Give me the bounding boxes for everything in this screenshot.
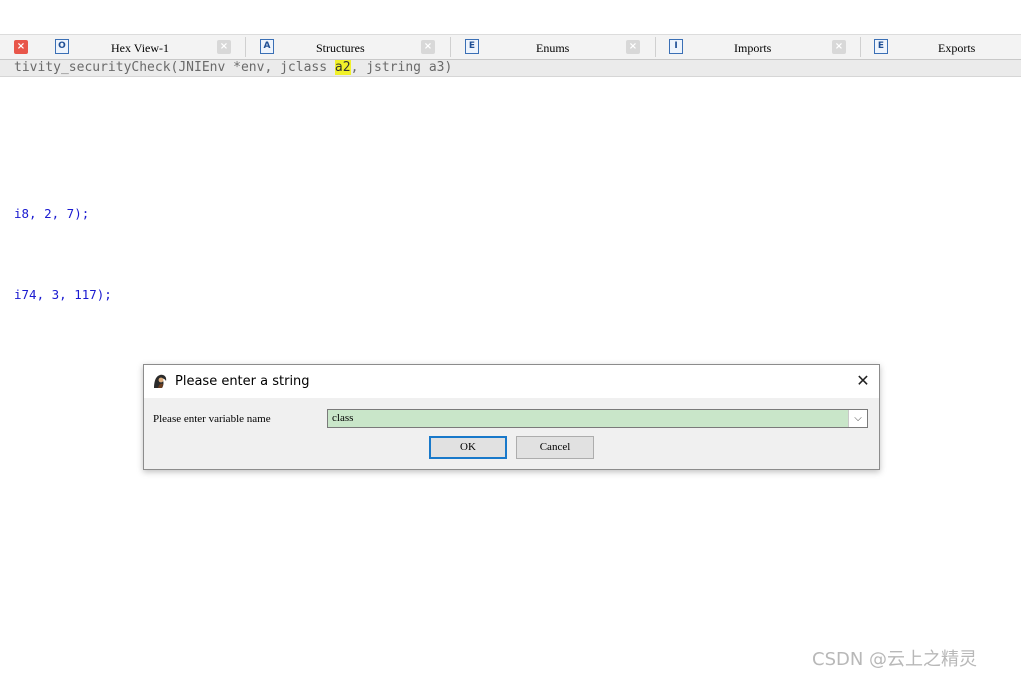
tab-structures[interactable]: Structures (316, 41, 365, 55)
signature-text: , jstring a3) (350, 60, 453, 75)
signature-text: tivity_securityCheck(JNIEnv *env, jclass (14, 60, 335, 75)
chevron-down-icon[interactable]: ⌵ (848, 410, 867, 427)
tab-bar: × O Hex View-1 × A Structures × E Enums … (0, 34, 1021, 60)
watermark: CSDN @云上之精灵 (812, 649, 978, 670)
close-tab-icon[interactable]: × (217, 40, 231, 54)
enter-string-dialog: Please enter a string ✕ Please enter var… (143, 364, 880, 470)
tab-imports[interactable]: Imports (734, 41, 771, 55)
hex-view-icon: O (55, 39, 69, 54)
tab-exports[interactable]: Exports (938, 41, 975, 55)
close-tab-icon[interactable]: × (626, 40, 640, 54)
tab-separator (655, 37, 656, 57)
highlighted-variable[interactable]: a2 (334, 60, 351, 75)
tab-separator (450, 37, 451, 57)
close-tab-icon[interactable]: × (14, 40, 28, 54)
tab-separator (245, 37, 246, 57)
dialog-title-bar: Please enter a string ✕ (144, 365, 879, 398)
close-icon[interactable]: ✕ (852, 371, 874, 391)
tab-hex-view[interactable]: Hex View-1 (111, 41, 169, 55)
imports-icon: I (669, 39, 683, 54)
exports-icon: E (874, 39, 888, 54)
cancel-button[interactable]: Cancel (516, 436, 594, 459)
code-line: i8, 2, 7); (14, 206, 90, 221)
close-tab-icon[interactable]: × (832, 40, 846, 54)
variable-name-input[interactable]: class (332, 411, 353, 426)
ok-button[interactable]: OK (429, 436, 507, 459)
dialog-title: Please enter a string (175, 374, 310, 389)
code-line: i74, 3, 117); (14, 287, 112, 302)
ida-logo-icon (154, 374, 167, 388)
close-tab-icon[interactable]: × (421, 40, 435, 54)
enums-icon: E (465, 39, 479, 54)
function-signature: tivity_securityCheck(JNIEnv *env, jclass… (0, 60, 1021, 77)
variable-name-combobox[interactable]: class ⌵ (327, 409, 868, 428)
structures-icon: A (260, 39, 274, 54)
tab-enums[interactable]: Enums (536, 41, 569, 55)
tab-separator (860, 37, 861, 57)
variable-name-label: Please enter variable name (153, 413, 271, 425)
